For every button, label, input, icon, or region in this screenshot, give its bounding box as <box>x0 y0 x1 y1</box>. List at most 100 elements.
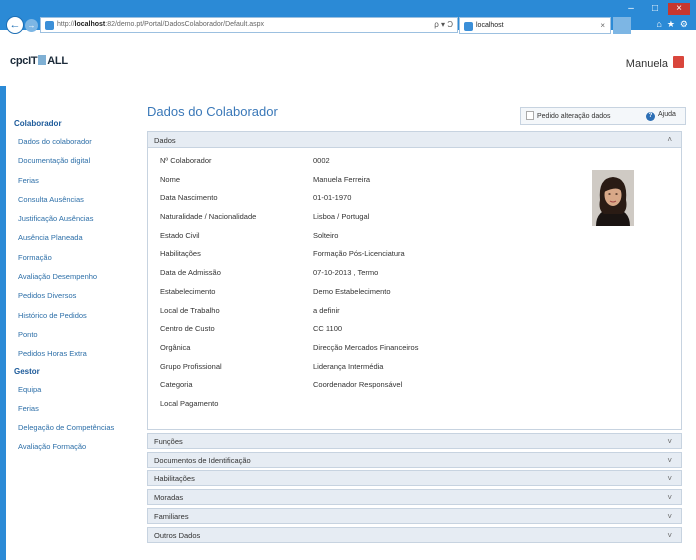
user-name: Manuela <box>625 58 668 70</box>
field-row: Estado Civil Solteiro <box>160 229 460 248</box>
field-label: Nº Colaborador <box>160 156 212 165</box>
field-label: Nome <box>160 174 181 184</box>
section-title: Funções <box>154 437 183 446</box>
window-left-border <box>0 36 6 560</box>
field-value: 01-01-1970 <box>313 193 352 203</box>
collapsed-section[interactable]: Documentos de Identificação ˅ <box>147 451 682 468</box>
collapsed-section[interactable]: Moradas ˅ <box>147 489 682 506</box>
address-bar[interactable]: http://localhost:82/demo.pt/Portal/Dados… <box>40 17 458 33</box>
sidebar-item[interactable]: Ferias <box>14 399 142 418</box>
field-row: Orgânica Direcção Mercados Financeiros <box>160 341 460 360</box>
new-tab-button[interactable] <box>613 17 631 34</box>
chevron-down-icon[interactable]: ˅ <box>667 474 672 483</box>
chevron-down-icon[interactable]: ˅ <box>667 531 672 540</box>
collapsed-section[interactable]: Funções ˅ <box>147 433 682 449</box>
settings-gear-icon[interactable]: ⚙ <box>680 19 688 30</box>
panel-title: Dados <box>154 136 176 145</box>
field-row: Data Nascimento 01-01-1970 <box>160 191 460 210</box>
dados-panel: Dados ˄ Nº Colaborador 0002 Nome Manuela Fe… <box>147 131 682 430</box>
sidebar-nav: Colaborador Dados do colaborador Document… <box>14 116 142 457</box>
logout-icon[interactable] <box>673 56 684 68</box>
sidebar-item[interactable]: Equipa <box>14 380 142 399</box>
field-value: Solteiro <box>313 230 339 240</box>
field-row: Nome Manuela Ferreira <box>160 173 460 192</box>
page-toolbar: Pedido alteração dados ? Ajuda <box>520 107 686 125</box>
search-refresh-icon[interactable]: ρ ▾ Ɔ <box>434 20 453 29</box>
field-label: Data Nascimento <box>160 193 218 203</box>
url-prefix: http:// <box>57 21 75 28</box>
chevron-down-icon[interactable]: ˅ <box>667 456 672 465</box>
field-label: Categoria <box>160 380 193 390</box>
tab-title: localhost <box>476 22 504 29</box>
field-label: Habilitações <box>160 249 201 259</box>
forward-button[interactable]: → <box>25 19 38 32</box>
app-header: cpcIT ALL <box>0 36 696 86</box>
company-logo: cpcIT ALL <box>10 55 68 67</box>
field-value: Demo Estabelecimento <box>313 286 391 296</box>
help-icon: ? <box>646 112 655 121</box>
field-value: 0002 <box>313 156 330 165</box>
home-icon[interactable]: ⌂ <box>656 19 661 30</box>
sidebar-item[interactable]: Pedidos Horas Extra <box>14 344 142 363</box>
help-button[interactable]: ? Ajuda <box>646 111 676 121</box>
section-title: Outros Dados <box>154 530 201 540</box>
section-title: Habilitações <box>154 474 195 484</box>
document-icon <box>526 111 534 120</box>
chevron-down-icon[interactable]: ˅ <box>667 437 672 446</box>
field-label: Data de Admissão <box>160 268 221 278</box>
sidebar-item[interactable]: Consulta Ausências <box>14 190 142 209</box>
collapsed-section[interactable]: Familiares ˅ <box>147 507 682 524</box>
field-row: Local Pagamento <box>160 397 460 416</box>
field-label: Naturalidade / Nacionalidade <box>160 212 257 222</box>
sidebar-item[interactable]: Formação <box>14 248 142 267</box>
sidebar-item[interactable]: Dados do colaborador <box>14 132 142 151</box>
field-value: CC 1100 <box>313 324 343 334</box>
field-row: Estabelecimento Demo Estabelecimento <box>160 285 460 304</box>
chevron-down-icon[interactable]: ˅ <box>667 493 672 502</box>
request-change-button[interactable]: Pedido alteração dados <box>526 111 611 120</box>
field-label: Local de Trabalho <box>160 305 220 315</box>
field-label: Estabelecimento <box>160 286 216 296</box>
sidebar-item[interactable]: Ponto <box>14 325 142 344</box>
field-row: Habilitações Formação Pós-Licenciatura <box>160 247 460 266</box>
sidebar-item[interactable]: Avaliação Desempenho <box>14 267 142 286</box>
field-value: Manuela Ferreira <box>313 174 371 184</box>
chevron-up-icon[interactable]: ˄ <box>667 135 672 144</box>
field-label: Centro de Custo <box>160 324 215 334</box>
sidebar-item[interactable]: Justificação Ausências <box>14 209 142 228</box>
browser-nav-row: ← → http://localhost:82/demo.pt/Portal/D… <box>0 14 696 36</box>
sidebar-item[interactable]: Avaliação Formação <box>14 437 142 456</box>
field-label: Local Pagamento <box>160 398 219 408</box>
sidebar-item[interactable]: Histórico de Pedidos <box>14 306 142 325</box>
field-value: Liderança Intermédia <box>313 361 384 371</box>
sidebar-group-gestor: Gestor <box>14 366 40 376</box>
sidebar-item[interactable]: Pedidos Diversos <box>14 286 142 305</box>
field-row: Nº Colaborador 0002 <box>160 154 460 173</box>
field-row: Centro de Custo CC 1100 <box>160 322 460 341</box>
field-row: Categoria Coordenador Responsável <box>160 378 460 397</box>
sidebar-item[interactable]: Ferias <box>14 171 142 190</box>
field-label: Grupo Profissional <box>160 361 222 371</box>
collapsed-section[interactable]: Habilitações ˅ <box>147 470 682 487</box>
sidebar-item[interactable]: Documentação digital <box>14 151 142 170</box>
sidebar-group-colaborador: Colaborador <box>14 119 62 128</box>
employee-photo <box>592 170 634 226</box>
url-text[interactable]: http://localhost:82/demo.pt/Portal/Dados… <box>57 21 264 28</box>
field-value: a definir <box>313 305 340 315</box>
field-value: Formação Pós-Licenciatura <box>313 249 405 259</box>
field-value: Lisboa / Portugal <box>313 212 370 222</box>
field-value: Direcção Mercados Financeiros <box>313 342 419 352</box>
sidebar-item[interactable]: Ausência Planeada <box>14 228 142 247</box>
page-icon <box>45 21 54 30</box>
favorites-icon[interactable]: ★ <box>667 19 675 30</box>
chevron-down-icon[interactable]: ˅ <box>667 512 672 521</box>
dados-panel-header[interactable]: Dados ˄ <box>148 132 681 148</box>
sidebar-item[interactable]: Delegação de Competências <box>14 418 142 437</box>
browser-toolbar-icons: ⌂ ★ ⚙ <box>656 19 688 30</box>
back-button[interactable]: ← <box>6 16 24 34</box>
field-row: Local de Trabalho a definir <box>160 304 460 323</box>
collapsed-section[interactable]: Outros Dados ˅ <box>147 526 682 543</box>
browser-tab[interactable]: localhost × <box>459 17 611 34</box>
section-title: Moradas <box>154 493 184 503</box>
tab-close-icon[interactable]: × <box>600 21 605 30</box>
